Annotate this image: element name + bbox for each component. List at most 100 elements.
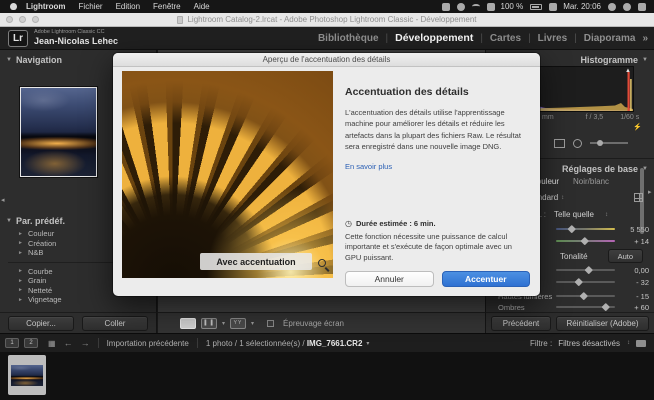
soft-proof-checkbox[interactable] [267, 320, 274, 327]
slider-value[interactable]: + 14 [621, 237, 649, 246]
crop-tool-icon[interactable] [554, 139, 565, 148]
navigation-header-label: Navigation [16, 55, 62, 65]
slider-shadows: Ombres + 60 [498, 302, 649, 312]
next-photo-arrow-icon[interactable]: → [81, 338, 90, 348]
learn-more-link[interactable]: En savoir plus [345, 162, 530, 171]
copy-settings-button[interactable]: Copier... [8, 316, 74, 331]
disclosure-icon: ► [18, 297, 23, 303]
module-develop[interactable]: Développement [395, 32, 473, 44]
left-panel-collapse-arrow[interactable]: ◂ [1, 196, 5, 204]
keyboard-input-icon[interactable] [549, 3, 557, 11]
preset-folder-vignetage[interactable]: ►Vignetage [0, 295, 156, 305]
enhance-details-dialog: Aperçu de l'accentuation des détails Ave… [113, 53, 540, 296]
before-after-view-icon[interactable]: ▌▐ [201, 318, 217, 329]
dropdown-caret-icon[interactable]: ▾ [366, 340, 369, 347]
module-overflow-chevron[interactable]: » [642, 33, 648, 44]
module-library[interactable]: Bibliothèque [318, 33, 379, 44]
volume-icon[interactable] [487, 3, 495, 11]
slider-thumb[interactable] [584, 265, 592, 273]
screen-mirroring-icon[interactable] [442, 3, 450, 11]
menu-help[interactable]: Aide [194, 2, 210, 11]
slider-track[interactable] [556, 306, 615, 308]
apple-menu-icon[interactable] [10, 3, 17, 10]
paste-settings-button[interactable]: Coller [82, 316, 148, 331]
menu-window[interactable]: Fenêtre [153, 2, 181, 11]
module-slideshow[interactable]: Diaporama [584, 33, 636, 44]
menu-app[interactable]: Lightroom [26, 2, 66, 11]
slider-value[interactable]: + 60 [621, 303, 649, 312]
wb-value[interactable]: Telle quelle [554, 210, 594, 219]
slider-thumb[interactable] [575, 277, 583, 285]
slider-track[interactable] [556, 228, 615, 230]
loupe-view-icon[interactable] [180, 318, 196, 329]
tool-slider[interactable] [590, 142, 628, 144]
previous-button[interactable]: Précédent [491, 316, 551, 331]
collapse-triangle-icon: ▼ [6, 57, 12, 63]
module-book[interactable]: Livres [538, 33, 567, 44]
slider-value[interactable]: 5 550 [621, 225, 649, 234]
navigator-preview-photo[interactable] [20, 87, 97, 177]
filter-dropdown[interactable]: Filtres désactivés ↕ [558, 339, 630, 348]
slider-track[interactable] [556, 295, 615, 297]
selection-count: 1 photo / 1 sélectionnée(s) / [206, 339, 305, 348]
disclosure-icon: ► [18, 278, 23, 284]
slider-track[interactable] [556, 240, 615, 242]
divider [197, 338, 198, 348]
slider-value[interactable]: - 15 [621, 292, 649, 301]
secondary-monitor-button[interactable]: 2 [24, 338, 38, 348]
spotlight-icon[interactable] [608, 3, 616, 11]
filmstrip-bar: 1 2 ▦ ← → Importation précédente 1 photo… [0, 333, 654, 352]
right-panel-collapse-arrow[interactable]: ▸ [648, 188, 652, 196]
slider-track[interactable] [556, 281, 615, 283]
slider-thumb[interactable] [602, 302, 610, 310]
dropdown-caret-icon[interactable]: ▾ [251, 320, 254, 327]
control-center-icon[interactable] [638, 3, 646, 11]
battery-icon[interactable] [530, 4, 542, 10]
soft-proof-label: Épreuvage écran [283, 319, 344, 328]
dropdown-caret-icon[interactable]: ▾ [222, 320, 225, 327]
slider-value[interactable]: - 32 [621, 278, 649, 287]
enhance-button[interactable]: Accentuer [442, 271, 531, 287]
menubar-clock[interactable]: Mar. 20:06 [563, 2, 601, 11]
grid-view-icon[interactable]: ▦ [48, 339, 56, 348]
module-map[interactable]: Cartes [490, 33, 521, 44]
compare-view-icon[interactable]: YY [230, 318, 246, 329]
redeye-tool-icon[interactable] [573, 139, 582, 148]
slider-thumb[interactable] [580, 291, 588, 299]
right-panel-footer: Précédent Réinitialiser (Adobe) [485, 312, 654, 333]
menu-edit[interactable]: Edition [116, 2, 140, 11]
source-indicator[interactable]: Importation précédente [107, 339, 189, 348]
view-toolbar: ▌▐ ▾ YY ▾ Épreuvage écran [158, 312, 485, 333]
slider-thumb[interactable] [568, 224, 576, 232]
filter-label: Filtre : [530, 339, 552, 348]
slider-track[interactable] [556, 269, 615, 271]
slider-value[interactable]: 0,00 [621, 266, 649, 275]
battery-percentage: 100 % [501, 2, 524, 11]
bluetooth-icon[interactable] [457, 3, 465, 11]
lightroom-topbar: Lr Adobe Lightroom Classic CC Jean-Nicol… [0, 27, 654, 50]
preview-state-label: Avec accentuation [200, 253, 312, 270]
enhance-preview-image[interactable]: Avec accentuation [122, 71, 333, 278]
reset-button[interactable]: Réinitialiser (Adobe) [556, 316, 649, 331]
preset-label: Création [28, 239, 56, 248]
cancel-button[interactable]: Annuler [345, 271, 434, 287]
auto-tone-button[interactable]: Auto [608, 249, 643, 263]
siri-icon[interactable] [623, 3, 631, 11]
filmstrip [0, 352, 654, 400]
tool-slider-thumb[interactable] [597, 140, 603, 146]
lightroom-app: Lightroom Fichier Edition Fenêtre Aide 1… [0, 0, 654, 400]
selection-breadcrumb[interactable]: 1 photo / 1 sélectionnée(s) / IMG_7661.C… [206, 339, 363, 348]
filmstrip-thumbnail-selected[interactable] [8, 355, 46, 395]
dialog-heading: Accentuation des détails [345, 86, 530, 98]
previous-photo-arrow-icon[interactable]: ← [64, 338, 73, 348]
wifi-icon[interactable] [472, 4, 480, 9]
tab-black-white[interactable]: Noir/blanc [573, 177, 609, 186]
highlight-clipping-icon[interactable]: ▲ [625, 68, 631, 74]
menu-file[interactable]: Fichier [79, 2, 103, 11]
filter-toggle-switch[interactable] [636, 340, 646, 347]
dialog-titlebar: Aperçu de l'accentuation des détails [113, 53, 540, 67]
slider-thumb[interactable] [581, 236, 589, 244]
panel-scrollbar[interactable] [640, 168, 644, 234]
primary-monitor-button[interactable]: 1 [5, 338, 19, 348]
divider [98, 338, 99, 348]
